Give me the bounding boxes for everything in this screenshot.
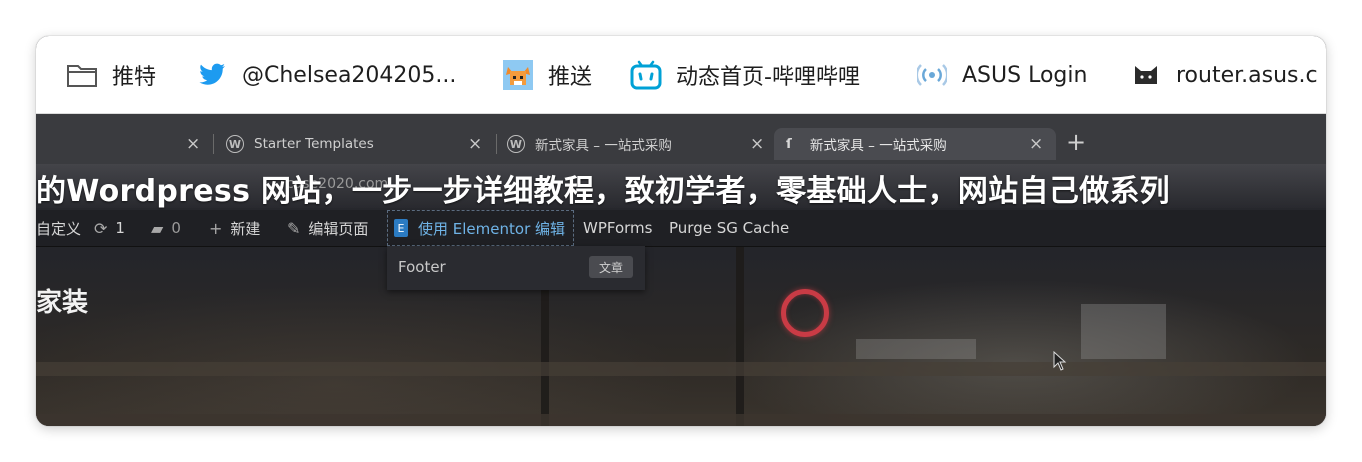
close-icon[interactable]: × [468,134,482,154]
admin-new[interactable]: + 新建 [209,210,260,246]
tab-separator [213,134,214,154]
bookmark-tuisong[interactable]: 推送 [502,57,592,93]
tab-title: 新式家具 – 一站式采购 [535,138,672,154]
updates-count: 1 [115,219,125,237]
shelf-board [36,362,1326,376]
subtitle-bar: case2020.com 的Wordpress 网站，一步一步详细教程，致初学者… [36,164,1326,209]
comments-count: 0 [171,219,181,237]
customize-label: 自定义 [36,219,82,238]
admin-comments[interactable]: ▰ 0 [151,210,181,246]
tab-separator [496,134,497,154]
dropdown-item-footer[interactable]: Footer [398,258,446,276]
decor-books [856,339,976,359]
new-label: 新建 [230,219,261,238]
pencil-icon: ✎ [287,218,301,238]
browser-window: 推特 @Chelsea204205... 推送 动态首页-哔哩哔哩 ASUS L… [36,36,1326,426]
shelf-post [736,246,744,426]
bookmark-label: ASUS Login [962,62,1088,88]
bookmark-asus-login[interactable]: ASUS Login [916,57,1087,93]
tab-title: Starter Templates [254,136,374,152]
inner-tab-strip: × W Starter Templates × W 新式家具 – 一站式采购 ×… [36,114,1326,164]
post-type-badge: 文章 [589,256,633,278]
admin-updates[interactable]: ⟳ 1 [94,210,125,246]
inner-tab-furniture-1[interactable]: W 新式家具 – 一站式采购 × [507,128,769,160]
folder-icon [66,59,98,91]
plus-icon: + [209,218,223,238]
inner-tab-0[interactable]: × [36,128,208,160]
wpforms-label: WPForms [583,219,653,237]
bookmark-label: 推特 [112,65,157,90]
bookmarks-bar: 推特 @Chelsea204205... 推送 动态首页-哔哩哔哩 ASUS L… [36,36,1326,114]
elementor-icon: E [394,219,409,237]
close-icon[interactable]: × [750,134,764,154]
tab-title: 新式家具 – 一站式采购 [809,138,947,154]
admin-elementor-edit[interactable]: E 使用 Elementor 编辑 [387,210,574,246]
inner-tab-starter[interactable]: W Starter Templates × [226,128,488,160]
edit-page-label: 编辑页面 [308,219,369,238]
elementor-label: 使用 Elementor 编辑 [418,219,565,238]
bookmark-label: 推送 [548,65,593,90]
bookmark-bilibili[interactable]: 动态首页-哔哩哔哩 [630,57,860,93]
bookmark-tuite[interactable]: 推特 [66,57,156,93]
new-tab-plus-icon[interactable]: + [1066,128,1086,156]
bookmark-router[interactable]: router.asus.c [1130,57,1318,93]
bookmark-chelsea[interactable]: @Chelsea204205... [196,57,456,93]
bookmark-label: @Chelsea204205... [242,62,457,88]
wp-admin-bar: 自定义 ⟳ 1 ▰ 0 + 新建 ✎ 编辑页面 E 使用 Elementor 编… [36,210,1326,247]
inner-tab-furniture-active[interactable]: ſ 新式家具 – 一站式采购 × [774,128,1056,160]
twitter-bird-icon [196,59,228,91]
elementor-dropdown: Footer 文章 [387,246,645,290]
close-icon[interactable]: × [1029,134,1043,154]
cat-icon [1130,59,1162,91]
comment-icon: ▰ [151,218,164,238]
close-icon[interactable]: × [186,134,200,154]
admin-edit-page[interactable]: ✎ 编辑页面 [287,210,368,246]
video-subtitle: 的Wordpress 网站，一步一步详细教程，致初学者，零基础人士，网站自己做系… [36,174,1170,209]
video-frame[interactable]: × W Starter Templates × W 新式家具 – 一站式采购 ×… [36,114,1326,426]
click-highlight-ring [781,289,829,337]
bookmark-label: router.asus.c [1176,62,1318,88]
wordpress-icon: W [226,135,244,153]
admin-purge-cache[interactable]: Purge SG Cache [669,210,789,246]
admin-customize[interactable]: 自定义 [36,210,81,246]
page-heading-fragment: 家装 [36,288,89,318]
bilibili-tv-icon [630,59,662,91]
mouse-cursor-icon [1053,350,1067,375]
wifi-signal-icon [916,59,948,91]
refresh-icon: ⟳ [94,218,108,238]
site-favicon-icon: ſ [786,136,792,152]
shelf-board [36,414,1326,426]
wordpress-icon: W [507,135,525,153]
bookmark-label: 动态首页-哔哩哔哩 [676,65,860,90]
fox-avatar-icon [502,59,534,91]
decor-box [1081,304,1166,359]
admin-wpforms[interactable]: WPForms [583,210,652,246]
purge-label: Purge SG Cache [669,219,790,237]
